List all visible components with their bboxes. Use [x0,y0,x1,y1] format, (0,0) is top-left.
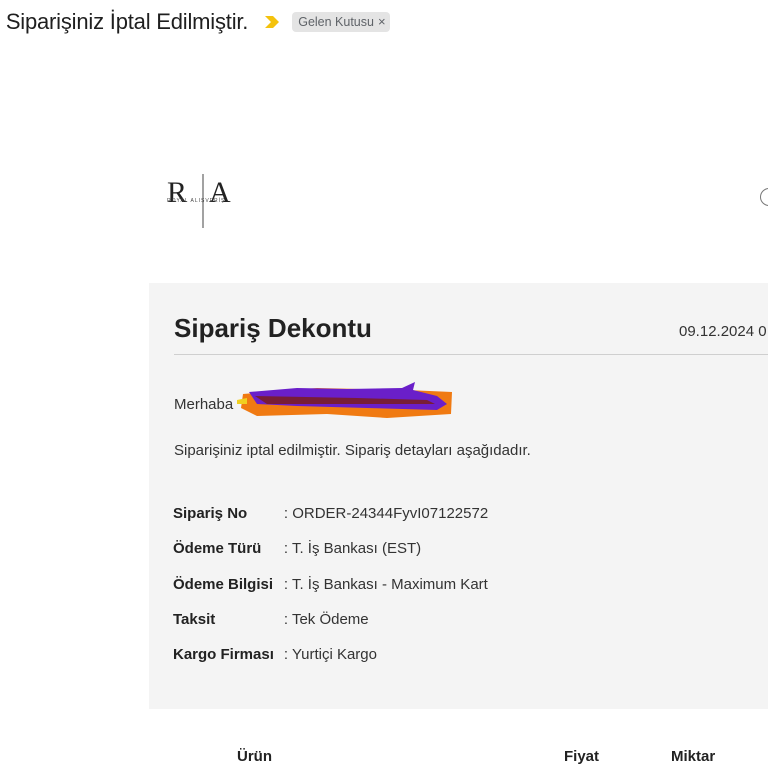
label-chip-text: Gelen Kutusu [298,14,374,29]
order-details-table: Sipariş No : ORDER-24344FyvI07122572 Öde… [173,496,488,672]
email-subject-title: ı Siparişiniz İptal Edilmiştir. [0,9,249,34]
detail-label: Sipariş No [173,505,248,523]
detail-row: Sipariş No : ORDER-24344FyvI07122572 [173,496,488,531]
detail-row: Kargo Firması : Yurtiçi Kargo [173,637,488,672]
detail-label: Ödeme Bilgisi [173,575,274,593]
receipt-divider [174,354,768,355]
column-header-price: Fiyat [564,748,600,765]
column-header-product: Ürün [237,748,272,765]
column-header-quantity: Miktar [671,748,716,765]
receipt-title: Sipariş Dekontu [174,313,372,343]
detail-label: Taksit [173,611,216,629]
detail-value: : Tek Ödeme [283,611,369,629]
detail-row: Taksit : Tek Ödeme [173,602,488,637]
receipt-date: 09.12.2024 0 [679,323,767,340]
detail-row: Ödeme Bilgisi : T. İş Bankası - Maximum … [173,567,488,602]
detail-value: : T. İş Bankası (EST) [283,540,422,558]
svg-text:ROYAL ALIŞVERİŞ: ROYAL ALIŞVERİŞ [167,197,225,204]
importance-marker-icon[interactable] [264,15,280,29]
detail-row: Ödeme Türü : T. İş Bankası (EST) [173,531,488,566]
detail-value: : T. İş Bankası - Maximum Kart [283,575,488,593]
detail-value: : Yurtiçi Kargo [283,646,377,664]
brand-logo: R A ROYAL ALIŞVERİŞ [163,172,247,232]
redacted-customer-name [237,380,457,422]
cancellation-intro-text: Siparişiniz iptal edilmiştir. Sipariş de… [174,442,531,459]
greeting-text: Merhaba [174,396,234,413]
items-table-header: Ürün Fiyat Miktar [0,748,768,768]
receipt-card: Sipariş Dekontu 09.12.2024 0 Merhaba Sip… [149,283,768,709]
svg-text:A: A [209,176,231,209]
detail-label: Ödeme Türü [173,540,262,558]
detail-label: Kargo Firması [173,646,274,664]
svg-text:R: R [167,176,187,209]
inbox-label-chip[interactable]: Gelen Kutusu × [292,12,390,32]
header-circle-icon [760,188,768,206]
label-remove-icon[interactable]: × [378,14,386,29]
email-subject-bar: ı Siparişiniz İptal Edilmiştir. Gelen Ku… [0,6,768,38]
detail-value: : ORDER-24344FyvI07122572 [283,505,489,523]
